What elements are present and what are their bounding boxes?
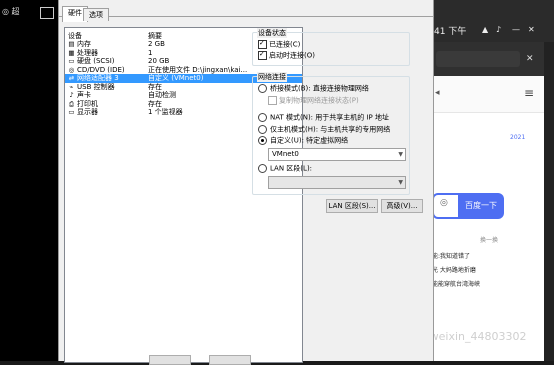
camera-icon[interactable]: ◎ — [440, 198, 448, 208]
connected-label: 已连接(C) — [269, 40, 301, 49]
chevron-down-icon: ▼ — [398, 179, 403, 186]
checkbox-icon — [268, 96, 277, 105]
side-toolbar — [544, 42, 554, 361]
hot-item[interactable]: 能能穿航台湾海峡 — [432, 279, 480, 288]
hot-item[interactable]: 光 大妈路地折磨 — [432, 265, 476, 274]
connect-at-power-on-label: 启动时连接(O) — [269, 51, 315, 60]
replicate-state-checkbox[interactable]: 复制物理网络连接状态(P) — [268, 96, 359, 105]
bridged-radio[interactable]: 桥接模式(B): 直接连接物理网络 — [258, 84, 369, 93]
device-summary: 自动检测 — [148, 91, 176, 99]
device-summary: 2 GB — [148, 40, 165, 48]
host-only-radio[interactable]: 仅主机模式(H): 与主机共享的专用网络 — [258, 125, 390, 134]
address-bar[interactable]: ◂ ≡ — [432, 76, 554, 113]
device-name: USB 控制器 — [77, 82, 115, 91]
disk-icon: ▭ — [68, 57, 75, 65]
replicate-label: 复制物理网络连接状态(P) — [279, 96, 359, 105]
host-only-label: 仅主机模式(H): 与主机共享的专用网络 — [270, 125, 391, 134]
device-name: CD/DVD (IDE) — [77, 65, 125, 74]
browser-window: 41 下午 ▲ ♪ — ✕ ✕ ◂ ≡ 2021 ◎ 百度一下 换一换 能:我知… — [312, 0, 554, 361]
clock: 41 下午 — [434, 27, 467, 37]
radio-icon — [258, 164, 267, 173]
device-summary: 正在使用文件 D:\jingxan\kai... — [148, 65, 248, 74]
wifi-icon[interactable]: ▲ — [482, 25, 488, 34]
browser-tab[interactable] — [436, 51, 520, 67]
menu-icon[interactable]: ≡ — [524, 86, 534, 100]
custom-network-value: VMnet0 — [272, 150, 299, 158]
cd-icon: ◎ — [68, 65, 75, 74]
chevron-down-icon: ▼ — [398, 151, 403, 158]
advanced-button[interactable]: 高级(V)... — [381, 199, 423, 213]
device-name: 网络适配器 3 — [77, 74, 119, 82]
device-name: 打印机 — [77, 99, 98, 108]
device-summary: 存在 — [148, 82, 162, 91]
check-icon — [258, 39, 267, 49]
bridged-label: 桥接模式(B): 直接连接物理网络 — [270, 84, 369, 93]
usb-icon: ⌁ — [69, 82, 74, 91]
lan-segment-label: LAN 区段(L): — [270, 164, 313, 173]
device-status-group: 设备状态 已连接(C) 启动时连接(O) — [252, 28, 410, 66]
custom-label: 自定义(U): 特定虚拟网络 — [270, 136, 349, 145]
radio-icon — [258, 113, 267, 122]
remove-button[interactable] — [209, 355, 251, 365]
device-summary: 存在 — [148, 99, 162, 108]
radio-selected-icon — [258, 136, 267, 145]
vm-settings-dialog: 硬件 选项 设备 摘要 ▤ 内存 2 GB ▦ 处理器 1 ▭ 硬盘 (SCSI… — [58, 0, 434, 365]
lan-segment-radio[interactable]: LAN 区段(L): — [258, 164, 312, 173]
tab-options[interactable]: 选项 — [83, 8, 109, 21]
lan-segments-button[interactable]: LAN 区段(S)... — [326, 199, 378, 213]
network-icon: ⇄ — [68, 74, 75, 82]
device-name: 显示器 — [77, 108, 98, 116]
monitor-icon: ▭ — [68, 108, 75, 116]
back-icon[interactable]: ◂ — [435, 88, 440, 98]
device-summary: 1 个监视器 — [148, 108, 183, 116]
desktop-label: ◎ 超 — [2, 7, 20, 16]
device-name: 硬盘 (SCSI) — [77, 57, 115, 65]
network-connection-group: 网络连接 桥接模式(B): 直接连接物理网络 复制物理网络连接状态(P) NAT… — [252, 72, 410, 195]
news-label[interactable]: 2021 — [510, 134, 525, 141]
hot-item[interactable]: 能:我知道错了 — [432, 251, 470, 260]
search-button[interactable]: 百度一下 — [458, 193, 504, 219]
minimize-icon[interactable]: — — [512, 25, 520, 34]
custom-network-select[interactable]: VMnet0 ▼ — [268, 148, 406, 161]
check-icon — [258, 50, 267, 60]
printer-icon: ⎙ — [68, 99, 75, 108]
connect-at-power-on-checkbox[interactable]: 启动时连接(O) — [258, 50, 315, 60]
device-name: 处理器 — [77, 48, 98, 57]
radio-icon — [258, 84, 267, 93]
cpu-icon: ▦ — [68, 48, 75, 57]
nat-label: NAT 模式(N): 用于共享主机的 IP 地址 — [270, 113, 389, 122]
refresh-link[interactable]: 换一换 — [480, 235, 498, 244]
lan-segment-select[interactable]: ▼ — [268, 176, 406, 189]
nat-radio[interactable]: NAT 模式(N): 用于共享主机的 IP 地址 — [258, 113, 389, 122]
device-summary: 20 GB — [148, 57, 170, 65]
bell-icon[interactable]: ♪ — [496, 25, 501, 34]
device-status-legend: 设备状态 — [257, 28, 287, 38]
tab-bar: 硬件 选项 — [59, 2, 433, 22]
radio-icon — [258, 125, 267, 134]
window-icon — [40, 7, 54, 19]
device-name: 内存 — [77, 40, 91, 48]
network-connection-legend: 网络连接 — [257, 72, 287, 82]
tab-close-icon[interactable]: ✕ — [526, 54, 534, 64]
add-button[interactable] — [149, 355, 191, 365]
sound-icon: ♪ — [69, 91, 74, 99]
device-summary: 自定义 (VMnet0) — [148, 74, 204, 82]
close-icon[interactable]: ✕ — [528, 25, 535, 34]
custom-radio[interactable]: 自定义(U): 特定虚拟网络 — [258, 136, 348, 145]
device-summary: 1 — [148, 48, 153, 57]
memory-icon: ▤ — [68, 40, 75, 48]
device-name: 声卡 — [77, 91, 91, 99]
system-bar: 41 下午 ▲ ♪ — ✕ — [432, 0, 554, 42]
connected-checkbox[interactable]: 已连接(C) — [258, 39, 301, 49]
browser-tabstrip: ✕ — [432, 42, 554, 76]
desktop-left-strip: ◎ 超 — [0, 0, 58, 361]
